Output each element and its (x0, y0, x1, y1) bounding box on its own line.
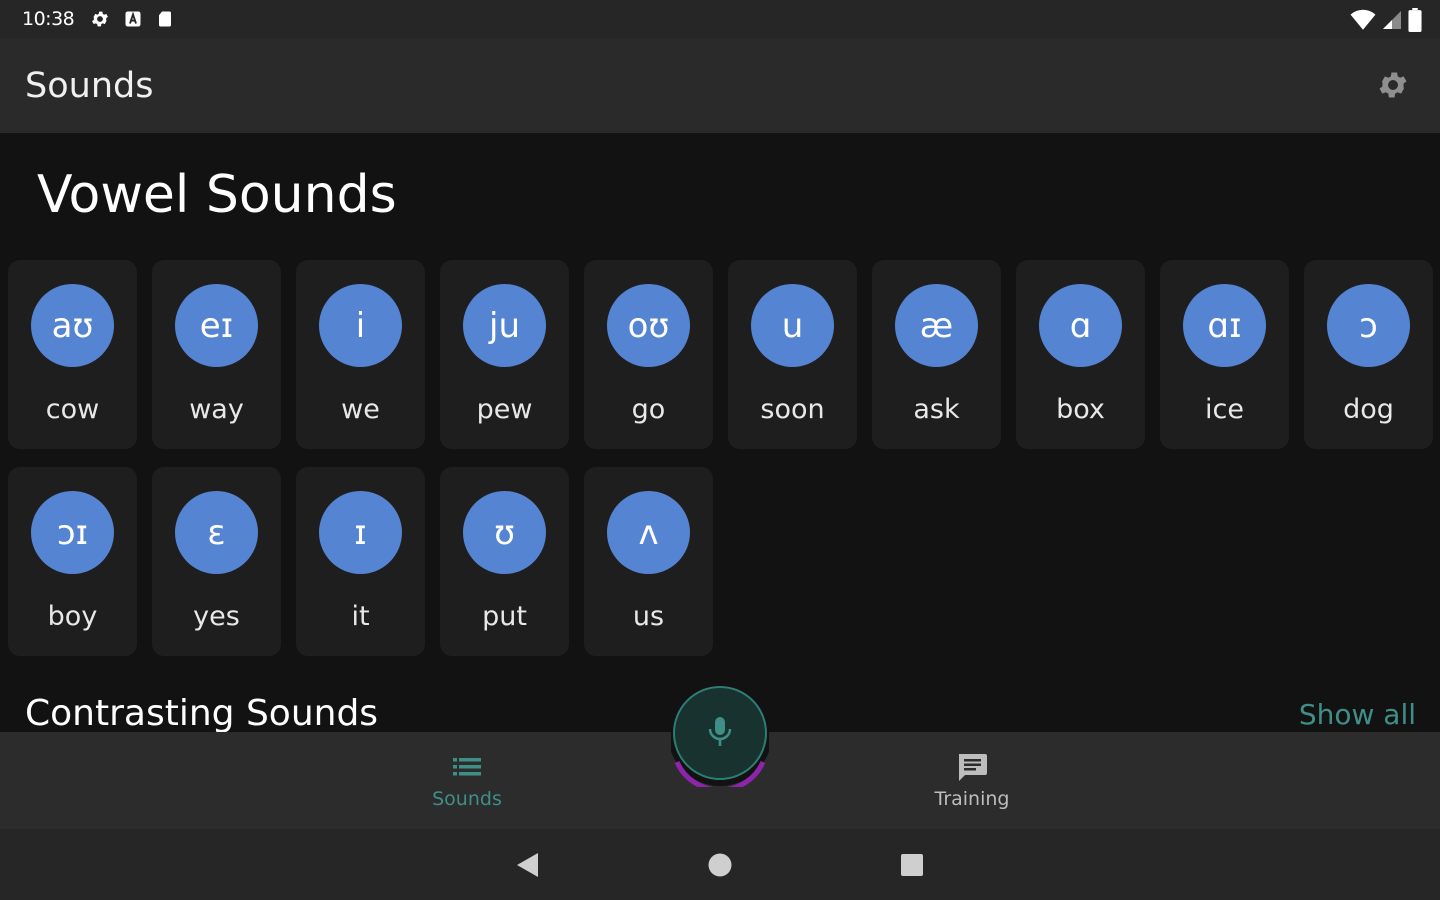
vowel-card[interactable]: ʌ us (584, 467, 713, 656)
gear-icon (92, 11, 109, 27)
a-box-icon (125, 11, 141, 27)
vowel-card[interactable]: aʊ cow (8, 260, 137, 449)
vowel-symbol: ʌ (607, 491, 690, 574)
cell-signal-icon (1383, 11, 1401, 29)
vowel-card[interactable]: æ ask (872, 260, 1001, 449)
vowel-card[interactable]: ɔ dog (1304, 260, 1433, 449)
vowel-example-word: we (341, 394, 380, 425)
gear-icon (1379, 72, 1407, 98)
nav-label-training: Training (934, 788, 1010, 810)
vowel-example-word: ice (1205, 394, 1244, 425)
vowel-symbol: u (751, 284, 834, 367)
home-button[interactable] (704, 849, 736, 881)
recents-button[interactable] (896, 849, 928, 881)
vowel-symbol: æ (895, 284, 978, 367)
vowel-card[interactable]: u soon (728, 260, 857, 449)
wifi-icon (1350, 9, 1376, 30)
vowel-symbol: ɪ (319, 491, 402, 574)
vowel-example-word: ask (913, 394, 960, 425)
microphone-button[interactable] (668, 682, 772, 793)
vowel-example-word: cow (45, 394, 100, 425)
vowel-symbol: ɔ (1327, 284, 1410, 367)
vowel-example-word: go (631, 394, 666, 425)
nav-label-sounds: Sounds (432, 788, 502, 810)
vowel-symbol: i (319, 284, 402, 367)
vowel-symbol: ɑ (1039, 284, 1122, 367)
vowel-card[interactable]: ɪ it (296, 467, 425, 656)
vowel-card[interactable]: ɑ box (1016, 260, 1145, 449)
vowel-symbol: eɪ (175, 284, 258, 367)
status-bar: 10:38 (0, 0, 1440, 38)
vowel-symbol: ɔɪ (31, 491, 114, 574)
vowel-symbol: oʊ (607, 284, 690, 367)
app-bar: Sounds (0, 38, 1440, 133)
back-button[interactable] (512, 849, 544, 881)
microphone-button-graphic (668, 682, 772, 793)
vowel-card[interactable]: ju pew (440, 260, 569, 449)
recents-square-icon (901, 854, 923, 876)
vowel-example-word: put (482, 601, 527, 632)
status-time: 10:38 (22, 8, 75, 30)
nav-item-sounds[interactable]: Sounds (387, 732, 547, 829)
vowel-symbol: ʊ (463, 491, 546, 574)
vowel-card[interactable]: ɔɪ boy (8, 467, 137, 656)
vowel-symbol: ju (463, 284, 546, 367)
vowel-example-word: yes (193, 601, 240, 632)
vowel-example-word: box (1056, 394, 1105, 425)
battery-icon (1408, 8, 1422, 32)
list-icon (453, 758, 481, 776)
vowel-card[interactable]: i we (296, 260, 425, 449)
vowel-card[interactable]: oʊ go (584, 260, 713, 449)
vowel-example-word: us (632, 601, 665, 632)
nav-item-training[interactable]: Training (892, 732, 1052, 829)
settings-button[interactable] (1376, 68, 1410, 102)
vowel-example-word: boy (47, 601, 98, 632)
section-title-vowels: Vowel Sounds (37, 165, 397, 225)
vowel-symbol: aʊ (31, 284, 114, 367)
vowel-example-word: pew (476, 394, 533, 425)
vowel-example-word: way (189, 394, 244, 425)
vowel-example-word: soon (760, 394, 825, 425)
back-triangle-icon (517, 853, 538, 877)
vowel-symbol: ɛ (175, 491, 258, 574)
home-circle-icon (708, 853, 732, 877)
vowel-card[interactable]: ɛ yes (152, 467, 281, 656)
vowel-card[interactable]: ɑɪ ice (1160, 260, 1289, 449)
chat-icon (959, 754, 987, 781)
vowel-example-word: dog (1343, 394, 1394, 425)
vowel-card[interactable]: ʊ put (440, 467, 569, 656)
vowel-card[interactable]: eɪ way (152, 260, 281, 449)
section-title-contrasting: Contrasting Sounds (25, 693, 379, 734)
sd-card-icon (159, 11, 172, 27)
show-all-link[interactable]: Show all (1299, 698, 1416, 731)
system-nav-bar (0, 829, 1440, 900)
vowel-example-word: it (351, 601, 370, 632)
vowel-symbol: ɑɪ (1183, 284, 1266, 367)
page-title: Sounds (25, 66, 154, 106)
